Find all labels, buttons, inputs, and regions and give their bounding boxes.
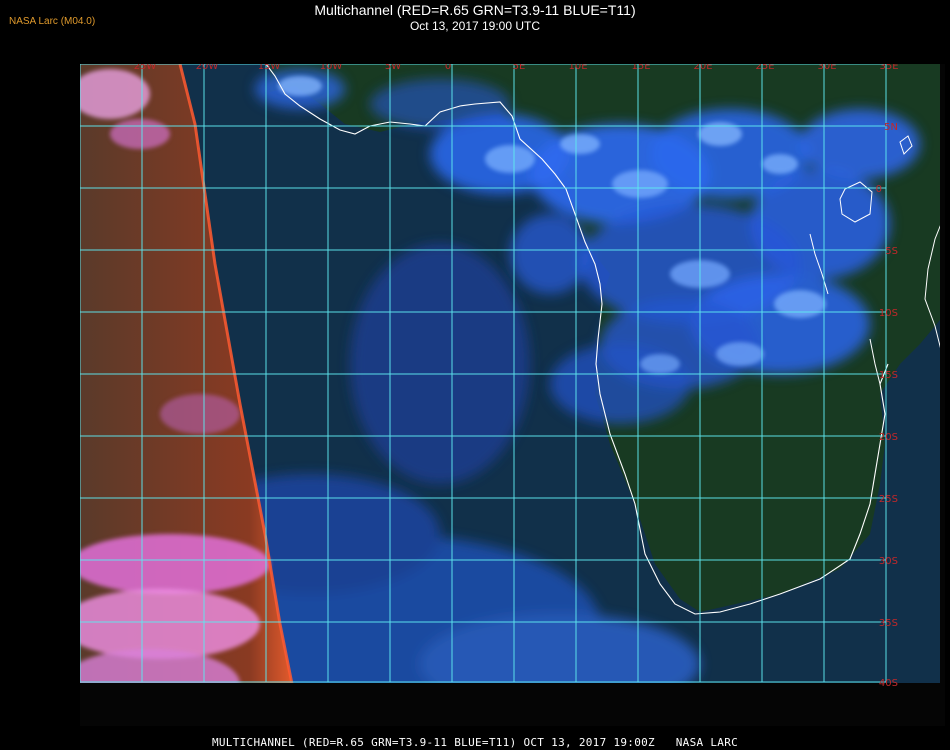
lat-label: 30S (879, 556, 898, 567)
lon-label: 20W (196, 64, 219, 72)
lon-label: 15E (631, 64, 650, 72)
map-bottom-margin (80, 683, 945, 726)
lat-label: 40S (879, 678, 898, 689)
lon-label: 15W (258, 64, 281, 72)
lon-label: 25W (134, 64, 157, 72)
lon-label: 35E (879, 64, 898, 72)
lat-label: 35S (879, 618, 898, 629)
lat-label: 20S (879, 432, 898, 443)
lon-label: 0 (445, 64, 451, 72)
image-timestamp: Oct 13, 2017 19:00 UTC (409, 19, 541, 33)
lon-label: 25E (755, 64, 774, 72)
lat-label: 15S (879, 370, 898, 381)
lat-label: 5S (885, 246, 898, 257)
lon-label: 10W (320, 64, 343, 72)
lat-label: 5N (884, 122, 898, 133)
map-right-margin (940, 64, 945, 726)
lon-label: 10E (568, 64, 587, 72)
lon-label: 30E (817, 64, 836, 72)
satellite-map: 25W 20W 15W 10W 5W 0 5E 10E 15E 20E 25E … (80, 64, 945, 726)
lon-label: 5W (385, 64, 401, 72)
footer-caption: MULTICHANNEL (RED=R.65 GRN=T3.9-11 BLUE=… (211, 736, 739, 749)
lon-label: 20E (693, 64, 712, 72)
lat-label: 10S (879, 308, 898, 319)
lon-label: 5E (513, 64, 526, 72)
image-title: Multichannel (RED=R.65 GRN=T3.9-11 BLUE=… (314, 2, 636, 18)
lat-label: 0 (876, 184, 882, 195)
lat-label: 25S (879, 494, 898, 505)
